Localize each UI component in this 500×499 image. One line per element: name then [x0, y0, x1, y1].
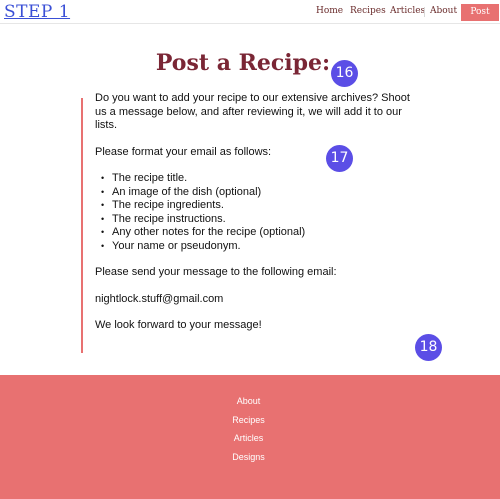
list-item: The recipe instructions. [95, 213, 415, 227]
list-item: The recipe ingredients. [95, 199, 415, 213]
site-logo[interactable]: STEP 1 [4, 2, 70, 22]
annotation-marker-16: 16 [331, 60, 358, 87]
nav-about-link[interactable]: About [430, 6, 457, 16]
annotation-marker-18: 18 [415, 334, 442, 361]
nav-home-link[interactable]: Home [316, 6, 343, 16]
list-item: Any other notes for the recipe (optional… [95, 226, 415, 240]
closing-text: We look forward to your message! [95, 319, 262, 331]
footer-about-link[interactable]: About [0, 396, 497, 406]
top-navigation-bar: STEP 1 Home Recipes Articles About Post [0, 0, 500, 24]
send-prompt: Please send your message to the followin… [95, 266, 337, 278]
nav-divider [424, 7, 425, 17]
nav-articles-link[interactable]: Articles [390, 6, 425, 16]
intro-text: Do you want to add your recipe to our ex… [95, 92, 410, 131]
format-prompt: Please format your email as follows: [95, 145, 272, 158]
footer-designs-link[interactable]: Designs [0, 452, 497, 462]
list-item: Your name or pseudonym. [95, 240, 415, 254]
footer-articles-link[interactable]: Articles [0, 433, 497, 443]
nav-recipes-link[interactable]: Recipes [350, 6, 386, 16]
list-item: An image of the dish (optional) [95, 186, 415, 200]
page-title: Post a Recipe: [155, 50, 331, 76]
post-recipe-instructions: Do you want to add your recipe to our ex… [95, 92, 415, 346]
annotation-marker-17: 17 [326, 145, 353, 172]
content-accent-rule [81, 98, 83, 353]
format-list: The recipe title. An image of the dish (… [95, 172, 415, 253]
nav-post-button[interactable]: Post [461, 4, 499, 21]
contact-email[interactable]: nightlock.stuff@gmail.com [95, 293, 415, 307]
list-item: The recipe title. [95, 172, 415, 186]
site-footer: About Recipes Articles Designs [0, 375, 500, 499]
footer-recipes-link[interactable]: Recipes [0, 415, 497, 425]
